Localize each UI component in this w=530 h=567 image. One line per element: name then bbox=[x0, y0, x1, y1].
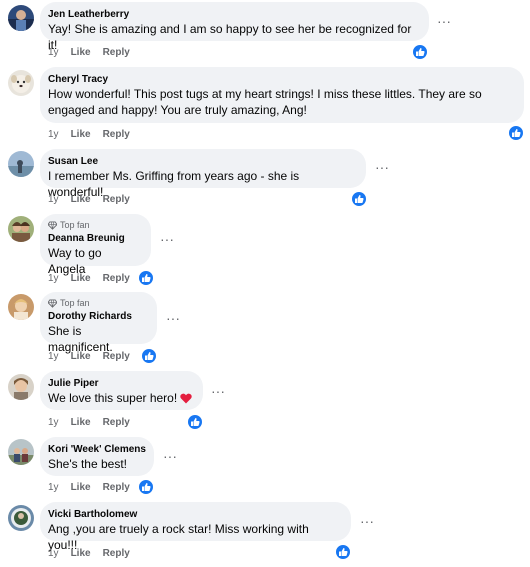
thumbs-up-icon bbox=[350, 190, 368, 208]
avatar[interactable] bbox=[8, 216, 34, 242]
thumbs-up-icon bbox=[507, 124, 525, 142]
comment-actions: 1y Like Reply bbox=[48, 129, 130, 141]
comment-author[interactable]: Kori 'Week' Clemens bbox=[48, 443, 146, 456]
avatar[interactable] bbox=[8, 5, 34, 31]
reply-button[interactable]: Reply bbox=[103, 548, 130, 560]
comment-timestamp[interactable]: 1y bbox=[48, 129, 59, 141]
thumbs-up-icon bbox=[186, 413, 204, 431]
diamond-icon bbox=[48, 220, 57, 230]
comment-author[interactable]: Jen Leatherberry bbox=[48, 8, 419, 21]
comment-text: She's the best! bbox=[48, 457, 128, 471]
thumbs-up-icon bbox=[140, 347, 158, 365]
thumbs-up-icon bbox=[411, 43, 429, 61]
comment-bubble: Kori 'Week' Clemens She's the best! bbox=[40, 437, 154, 476]
comment-text-wrap: We love this super hero! bbox=[48, 390, 193, 406]
thumbs-up-icon bbox=[334, 543, 352, 561]
comment-text: We love this super hero! bbox=[48, 391, 178, 405]
comment-bubble: Susan Lee I remember Ms. Griffing from y… bbox=[40, 149, 366, 199]
more-options-icon[interactable]: ··· bbox=[211, 384, 225, 398]
like-button[interactable]: Like bbox=[71, 548, 91, 560]
avatar[interactable] bbox=[8, 439, 34, 465]
comment-actions: 1y Like Reply bbox=[48, 417, 130, 429]
comment-author[interactable]: Cheryl Tracy bbox=[48, 73, 514, 86]
comment-author[interactable]: Deanna Breunig bbox=[48, 232, 141, 245]
comment-actions: 1y Like Reply bbox=[48, 47, 130, 59]
more-options-icon[interactable]: ··· bbox=[375, 160, 389, 174]
like-button[interactable]: Like bbox=[71, 129, 91, 141]
top-fan-label: Top fan bbox=[60, 220, 90, 230]
comment-timestamp[interactable]: 1y bbox=[48, 351, 59, 363]
like-button[interactable]: Like bbox=[71, 417, 91, 429]
comment-actions: 1y Like Reply bbox=[48, 273, 130, 285]
comment-bubble: Top fan Deanna Breunig Way to go Angela bbox=[40, 214, 151, 276]
avatar[interactable] bbox=[8, 294, 34, 320]
reply-button[interactable]: Reply bbox=[103, 129, 130, 141]
avatar[interactable] bbox=[8, 151, 34, 177]
diamond-icon bbox=[48, 298, 57, 308]
comment-bubble: Vicki Bartholomew Ang ,you are truely a … bbox=[40, 502, 351, 552]
comment-bubble: Cheryl Tracy How wonderful! This post tu… bbox=[40, 67, 524, 123]
avatar[interactable] bbox=[8, 374, 34, 400]
thumbs-up-icon bbox=[137, 478, 155, 496]
comment-author[interactable]: Vicki Bartholomew bbox=[48, 508, 341, 521]
more-options-icon[interactable]: ··· bbox=[166, 311, 180, 325]
reply-button[interactable]: Reply bbox=[103, 351, 130, 363]
red-heart-emoji bbox=[180, 393, 192, 404]
comment-timestamp[interactable]: 1y bbox=[48, 273, 59, 285]
reply-button[interactable]: Reply bbox=[103, 194, 130, 206]
comment-timestamp[interactable]: 1y bbox=[48, 482, 59, 494]
reply-button[interactable]: Reply bbox=[103, 273, 130, 285]
thumbs-up-icon bbox=[137, 269, 155, 287]
top-fan-badge: Top fan bbox=[48, 298, 147, 308]
more-options-icon[interactable]: ··· bbox=[160, 232, 174, 246]
comment-text: How wonderful! This post tugs at my hear… bbox=[48, 87, 482, 117]
comment-actions: 1y Like Reply bbox=[48, 194, 130, 206]
more-options-icon[interactable]: ··· bbox=[360, 514, 374, 528]
comment-timestamp[interactable]: 1y bbox=[48, 417, 59, 429]
comment-actions: 1y Like Reply bbox=[48, 548, 130, 560]
reply-button[interactable]: Reply bbox=[103, 47, 130, 59]
comment-bubble: Julie Piper We love this super hero! bbox=[40, 371, 203, 410]
comment-timestamp[interactable]: 1y bbox=[48, 194, 59, 206]
like-button[interactable]: Like bbox=[71, 47, 91, 59]
comment-author[interactable]: Susan Lee bbox=[48, 155, 356, 168]
top-fan-label: Top fan bbox=[60, 298, 90, 308]
comment-author[interactable]: Julie Piper bbox=[48, 377, 193, 390]
comment-timestamp[interactable]: 1y bbox=[48, 47, 59, 59]
comment-actions: 1y Like Reply bbox=[48, 351, 130, 363]
more-options-icon[interactable]: ··· bbox=[163, 449, 177, 463]
reply-button[interactable]: Reply bbox=[103, 482, 130, 494]
comment-author[interactable]: Dorothy Richards bbox=[48, 310, 147, 323]
comment-bubble: Jen Leatherberry Yay! She is amazing and… bbox=[40, 2, 429, 52]
like-button[interactable]: Like bbox=[71, 194, 91, 206]
avatar[interactable] bbox=[8, 70, 34, 96]
comment-timestamp[interactable]: 1y bbox=[48, 548, 59, 560]
comment-actions: 1y Like Reply bbox=[48, 482, 130, 494]
like-button[interactable]: Like bbox=[71, 351, 91, 363]
comment-bubble: Top fan Dorothy Richards She is magnific… bbox=[40, 292, 157, 354]
like-button[interactable]: Like bbox=[71, 273, 91, 285]
avatar[interactable] bbox=[8, 505, 34, 531]
top-fan-badge: Top fan bbox=[48, 220, 141, 230]
reply-button[interactable]: Reply bbox=[103, 417, 130, 429]
more-options-icon[interactable]: ··· bbox=[437, 14, 451, 28]
like-button[interactable]: Like bbox=[71, 482, 91, 494]
